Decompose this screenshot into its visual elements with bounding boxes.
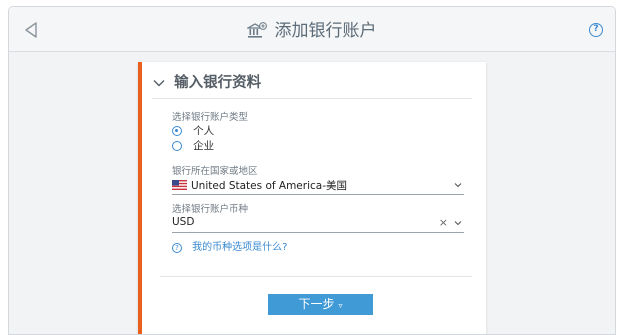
chevron-down-icon: ▿ bbox=[338, 301, 343, 310]
help-button[interactable]: ? bbox=[589, 23, 603, 37]
dropdown-chevron-icon[interactable] bbox=[454, 181, 462, 189]
country-value: United States of America-美国 bbox=[191, 180, 347, 192]
account-type-label: 选择银行账户类型 bbox=[172, 112, 249, 123]
next-button[interactable]: 下一步 ▿ bbox=[268, 294, 373, 315]
radio-button-checked[interactable] bbox=[172, 125, 182, 136]
chevron-down-icon bbox=[153, 79, 165, 86]
radio-label-business: 企业 bbox=[193, 139, 215, 152]
country-select[interactable]: United States of America-美国 bbox=[172, 177, 464, 195]
footer-divider bbox=[160, 276, 472, 277]
section-title: 输入银行资料 bbox=[174, 74, 262, 91]
bank-add-icon bbox=[247, 21, 268, 38]
page-title-group: 添加银行账户 bbox=[9, 18, 615, 42]
us-flag-icon bbox=[172, 180, 187, 190]
currency-select[interactable]: USD × bbox=[172, 215, 464, 233]
question-circle-icon: ? bbox=[593, 24, 599, 34]
currency-value: USD bbox=[172, 216, 195, 228]
bank-details-card: 输入银行资料 选择银行账户类型 个人 企业 银行所在国家或地区 United S… bbox=[138, 62, 486, 334]
radio-business[interactable]: 企业 bbox=[172, 138, 214, 152]
section-toggle[interactable]: 输入银行资料 bbox=[152, 71, 261, 93]
question-circle-icon: ? bbox=[172, 242, 182, 253]
radio-label-personal: 个人 bbox=[193, 124, 215, 137]
currency-label: 选择银行账户币种 bbox=[172, 204, 249, 215]
card-accent-bar bbox=[138, 62, 142, 334]
app-window: 添加银行账户 ? 输入银行资料 选择银行账户类型 个人 企业 银行所在国家或地区 bbox=[8, 6, 616, 335]
currency-help-link[interactable]: ? 我的币种选项是什么? bbox=[172, 240, 287, 254]
next-button-label: 下一步 bbox=[298, 297, 335, 311]
currency-help-text: 我的币种选项是什么? bbox=[192, 241, 288, 253]
radio-personal[interactable]: 个人 bbox=[172, 123, 214, 137]
page-title: 添加银行账户 bbox=[274, 20, 377, 41]
section-divider bbox=[152, 98, 472, 99]
clear-icon[interactable]: × bbox=[439, 216, 448, 229]
country-label: 银行所在国家或地区 bbox=[172, 166, 258, 177]
top-bar: 添加银行账户 ? bbox=[9, 7, 615, 52]
radio-button-unchecked[interactable] bbox=[172, 140, 182, 151]
dropdown-chevron-icon[interactable] bbox=[454, 219, 462, 227]
